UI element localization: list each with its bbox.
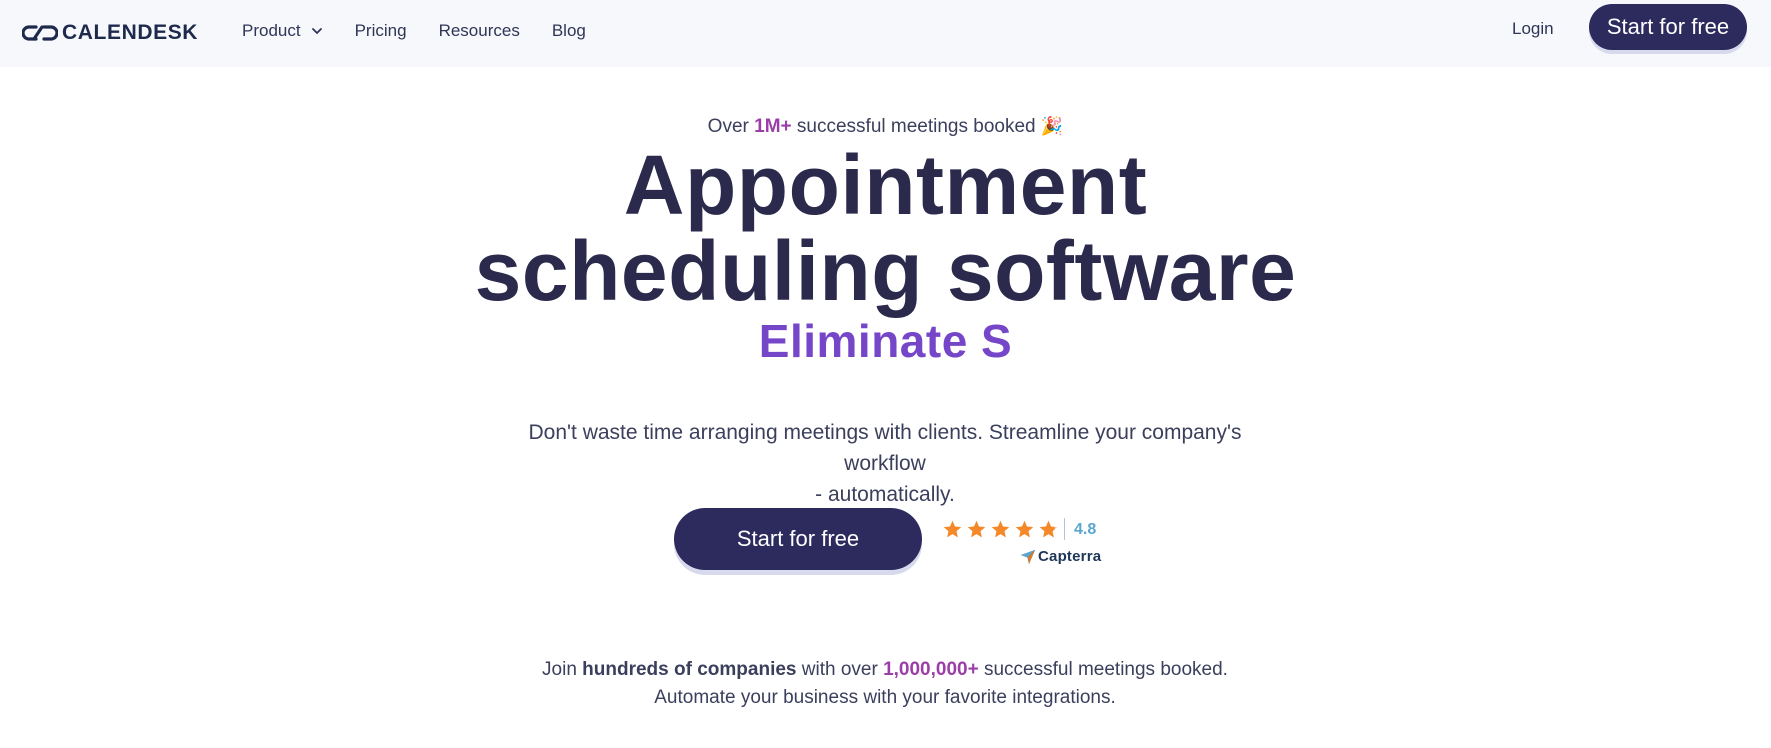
- kicker-prefix: Over: [707, 116, 749, 137]
- header-start-free-button[interactable]: Start for free: [1589, 4, 1747, 50]
- star-half-icon: [1039, 520, 1058, 538]
- calendesk-logo-icon: [22, 25, 58, 41]
- rating-score: 4.8: [1074, 521, 1097, 538]
- nav-item-blog[interactable]: Blog: [552, 19, 586, 43]
- kicker-suffix: successful meetings booked: [796, 116, 1036, 137]
- nav-item-resources[interactable]: Resources: [439, 19, 520, 43]
- nav-item-label: Product: [242, 21, 301, 40]
- star-icon: [967, 520, 986, 538]
- rating-divider: [1064, 518, 1065, 540]
- nav-item-product[interactable]: Product: [242, 19, 323, 43]
- rating-stars: [942, 519, 1062, 540]
- social-with-over: with over: [801, 659, 878, 680]
- hero-start-free-button[interactable]: Start for free: [674, 508, 922, 570]
- capterra-rating[interactable]: 4.8 Capterra: [942, 518, 1102, 570]
- social-line-2: Automate your business with your favorit…: [654, 687, 1116, 708]
- social-proof-text: Join hundreds of companies with over 1,0…: [435, 656, 1335, 712]
- description-line-2: - automatically.: [815, 483, 955, 506]
- hero-description: Don't waste time arranging meetings with…: [485, 417, 1285, 510]
- social-booked: successful meetings booked.: [983, 659, 1228, 680]
- capterra-arrow-icon: [1021, 549, 1035, 564]
- star-icon: [1015, 520, 1034, 538]
- chevron-down-icon: [311, 28, 322, 34]
- headline-line-2: scheduling software: [474, 224, 1297, 318]
- nav-item-label: Resources: [438, 21, 520, 40]
- star-icon: [991, 520, 1010, 538]
- social-count: 1,000,000+: [883, 659, 979, 680]
- capterra-logo: Capterra: [1020, 548, 1101, 565]
- headline-line-1: Appointment: [623, 138, 1148, 232]
- capterra-wordmark: Capterra: [1038, 548, 1102, 565]
- social-companies: hundreds of companies: [582, 659, 797, 680]
- calendesk-logo[interactable]: CALENDESK: [22, 21, 198, 45]
- hero-typing-text: Eliminate S: [758, 315, 1013, 367]
- hero-headline: Appointment scheduling software: [0, 142, 1771, 314]
- top-navbar: CALENDESK Product Pricing Resources Blog…: [0, 0, 1771, 67]
- hero-kicker: Over 1M+ successful meetings booked 🎉: [0, 116, 1771, 138]
- description-line-1: Don't waste time arranging meetings with…: [528, 421, 1242, 475]
- kicker-highlight: 1M+: [754, 116, 792, 137]
- nav-item-pricing[interactable]: Pricing: [355, 19, 407, 43]
- party-popper-icon: 🎉: [1040, 116, 1064, 136]
- star-icon: [943, 520, 962, 538]
- nav-item-label: Pricing: [354, 21, 407, 40]
- social-join: Join: [542, 659, 577, 680]
- login-link[interactable]: Login: [1512, 19, 1554, 39]
- main-nav: Product Pricing Resources Blog: [242, 19, 586, 43]
- nav-item-label: Blog: [551, 21, 586, 40]
- logo-text: CALENDESK: [62, 21, 199, 44]
